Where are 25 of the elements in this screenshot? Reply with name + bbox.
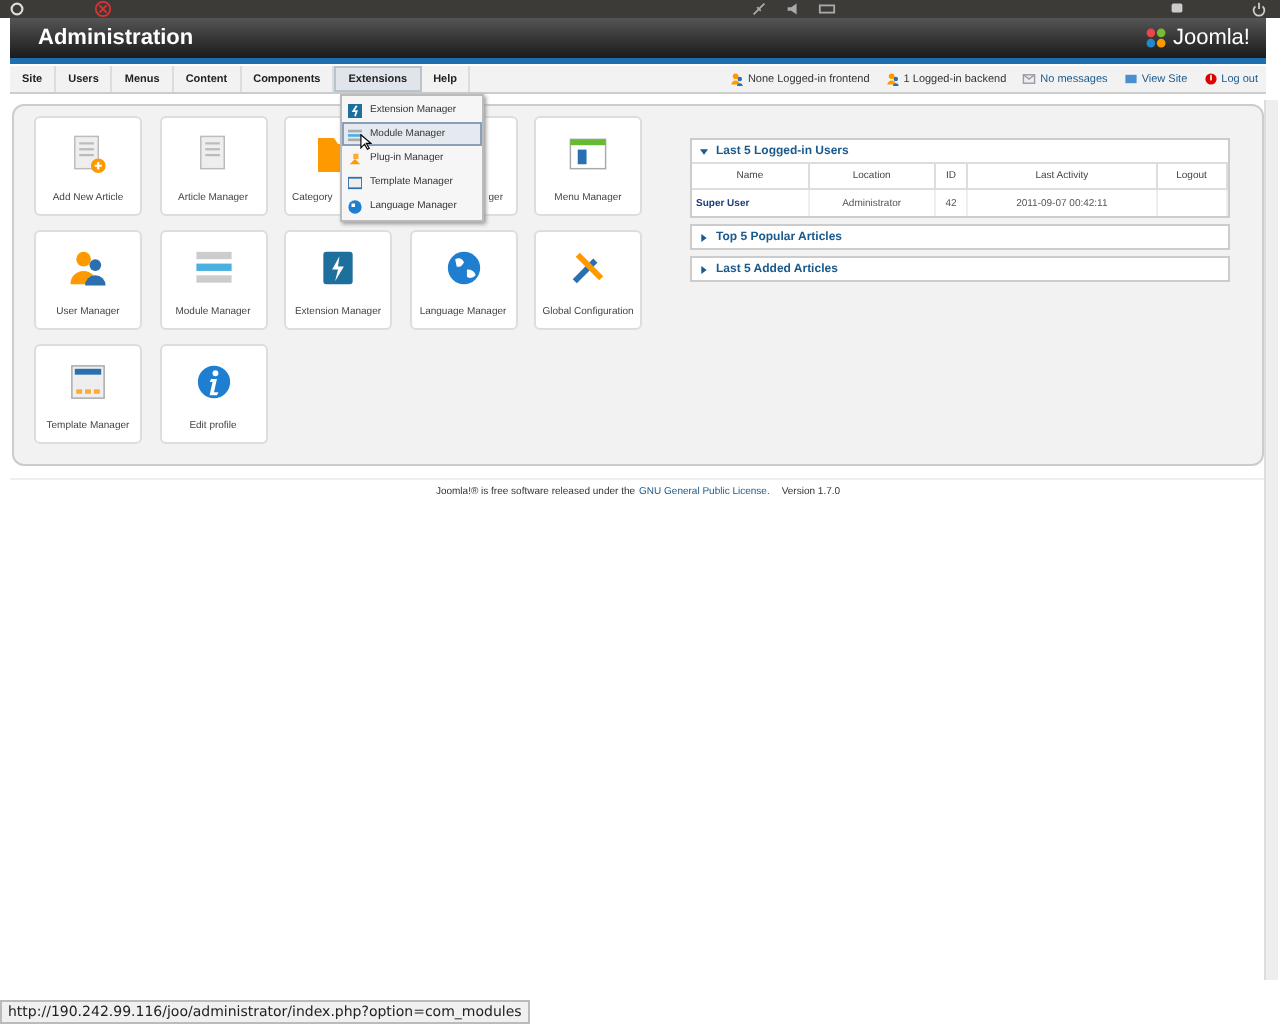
monitor-icon (1123, 72, 1138, 86)
page-title: Administration (38, 26, 194, 50)
caret-right-icon (700, 265, 708, 273)
user-icon (66, 246, 110, 290)
network-icon[interactable] (750, 0, 768, 18)
bolt-icon (348, 103, 362, 117)
chat-icon[interactable] (1168, 0, 1186, 18)
logo-icon[interactable] (8, 0, 26, 18)
users-icon (729, 72, 744, 86)
power-icon (1203, 72, 1218, 86)
power-icon[interactable] (1250, 0, 1268, 18)
caret-right-icon (700, 233, 708, 241)
battery-icon[interactable] (818, 0, 836, 18)
globe-icon (348, 199, 362, 213)
plug-icon (348, 151, 362, 165)
template-icon (66, 360, 110, 404)
envelope-icon (1022, 72, 1037, 86)
cursor-icon (360, 134, 372, 150)
logo-icon (1144, 26, 1169, 50)
scrollbar[interactable] (1264, 100, 1278, 980)
logo-text: Joomla! (1172, 26, 1250, 50)
close-icon[interactable] (94, 0, 112, 18)
window-icon (348, 175, 362, 189)
users-icon (885, 72, 900, 86)
caret-down-icon (700, 147, 708, 155)
